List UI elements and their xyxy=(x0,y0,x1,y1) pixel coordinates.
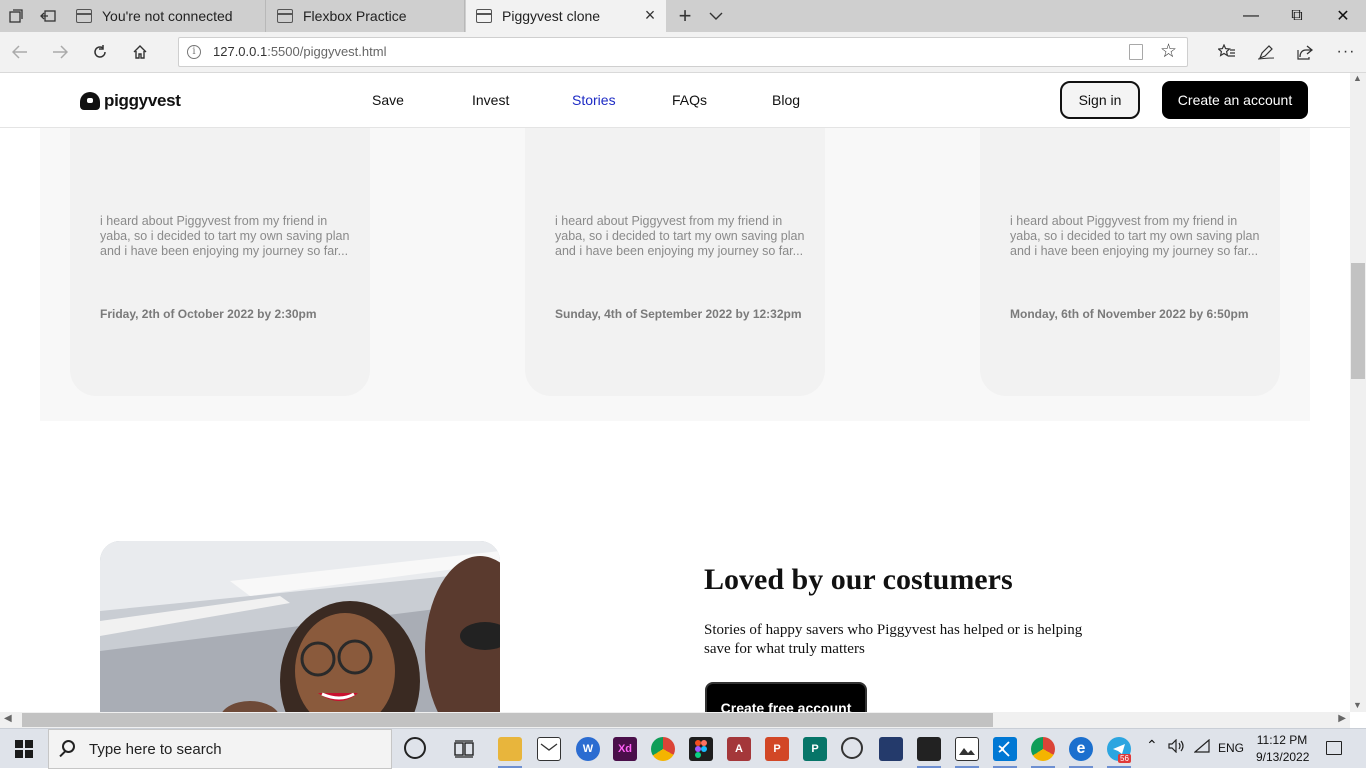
clock[interactable]: 11:12 PM 9/13/2022 xyxy=(1256,732,1310,766)
set-tabs-aside-icon[interactable] xyxy=(33,0,63,32)
page-icon xyxy=(277,9,293,23)
browser-toolbar: i 127.0.0.1:5500/piggyvest.html ☆ ··· xyxy=(0,32,1366,73)
show-hidden-icons-icon[interactable]: ⌃ xyxy=(1146,737,1158,754)
tab-title: Piggyvest clone xyxy=(502,8,601,24)
file-explorer-icon[interactable] xyxy=(498,737,522,761)
windows-taskbar: Type here to search W Xd A P P e 56 ⌃ EN… xyxy=(0,728,1366,769)
pen-icon[interactable] xyxy=(1251,38,1281,66)
search-placeholder: Type here to search xyxy=(89,741,222,758)
clock-date: 9/13/2022 xyxy=(1256,750,1310,764)
story-card: i heard about Piggyvest from my friend i… xyxy=(525,128,825,396)
access-icon[interactable]: A xyxy=(727,737,751,761)
close-window-button[interactable]: ✕ xyxy=(1320,0,1366,32)
powerpoint-icon[interactable]: P xyxy=(765,737,789,761)
chrome-profile-icon[interactable] xyxy=(1031,737,1055,761)
tab-title: Flexbox Practice xyxy=(303,8,407,24)
story-card: i heard about Piggyvest from my friend i… xyxy=(70,128,370,396)
home-icon[interactable] xyxy=(125,38,155,66)
publisher-icon[interactable]: P xyxy=(803,737,827,761)
story-quote: i heard about Piggyvest from my friend i… xyxy=(1010,214,1260,258)
camera-icon[interactable] xyxy=(841,737,863,759)
story-quote: i heard about Piggyvest from my friend i… xyxy=(100,214,350,258)
story-card: i heard about Piggyvest from my friend i… xyxy=(980,128,1280,396)
windows-logo-icon xyxy=(15,740,33,758)
mail-icon[interactable] xyxy=(537,737,561,761)
task-view-icon[interactable] xyxy=(452,737,476,761)
stories-section: i heard about Piggyvest from my friend i… xyxy=(40,128,1310,421)
chrome-icon[interactable] xyxy=(651,737,675,761)
minimize-button[interactable]: — xyxy=(1228,0,1274,32)
loved-section-title: Loved by our costumers xyxy=(704,563,1013,596)
media-app-icon[interactable] xyxy=(879,737,903,761)
reading-view-icon[interactable] xyxy=(1129,44,1143,60)
brand-name: piggyvest xyxy=(104,91,181,110)
loved-section-subtitle: Stories of happy savers who Piggyvest ha… xyxy=(704,622,1083,657)
create-account-button[interactable]: Create an account xyxy=(1162,81,1308,119)
sign-in-button[interactable]: Sign in xyxy=(1060,81,1140,119)
network-icon[interactable] xyxy=(1193,738,1210,756)
movies-icon[interactable] xyxy=(917,737,941,761)
scrollbar-thumb[interactable] xyxy=(1351,263,1365,379)
site-header: piggyvest Save Invest Stories FAQs Blog … xyxy=(0,73,1350,128)
start-button[interactable] xyxy=(0,729,48,769)
page-icon xyxy=(76,9,92,23)
tab-list-icon[interactable] xyxy=(701,0,731,32)
story-date: Friday, 2th of October 2022 by 2:30pm xyxy=(100,307,317,321)
adobe-xd-icon[interactable]: Xd xyxy=(613,737,637,761)
address-bar[interactable]: i 127.0.0.1:5500/piggyvest.html ☆ xyxy=(178,37,1188,67)
notifications-icon[interactable] xyxy=(1326,741,1342,755)
language-indicator[interactable]: ENG xyxy=(1218,741,1244,755)
share-icon[interactable] xyxy=(1290,38,1320,66)
nav-save[interactable]: Save xyxy=(372,92,404,108)
story-date: Monday, 6th of November 2022 by 6:50pm xyxy=(1010,307,1249,321)
story-quote: i heard about Piggyvest from my friend i… xyxy=(555,214,805,258)
new-tab-button[interactable]: + xyxy=(670,0,700,32)
scroll-down-arrow-icon[interactable]: ▼ xyxy=(1353,700,1362,710)
scroll-right-arrow-icon[interactable]: ▶ xyxy=(1338,713,1346,724)
nav-blog[interactable]: Blog xyxy=(772,92,800,108)
horizontal-scrollbar[interactable]: ◀ ▶ xyxy=(0,712,1350,728)
forward-icon[interactable] xyxy=(45,38,75,66)
restore-button[interactable]: ⧉ xyxy=(1274,0,1320,32)
happy-customer-photo xyxy=(100,541,500,712)
vscode-icon[interactable] xyxy=(993,737,1017,761)
cortana-icon[interactable] xyxy=(404,737,426,759)
nav-faqs[interactable]: FAQs xyxy=(672,92,707,108)
piggy-logo-icon xyxy=(80,92,100,110)
edge-icon[interactable]: e xyxy=(1069,737,1093,761)
tab-not-connected[interactable]: You're not connected xyxy=(66,0,266,32)
tab-title: You're not connected xyxy=(102,8,233,24)
photos-icon[interactable] xyxy=(955,737,979,761)
search-icon xyxy=(62,740,75,753)
story-date: Sunday, 4th of September 2022 by 12:32pm xyxy=(555,307,802,321)
tab-flexbox-practice[interactable]: Flexbox Practice xyxy=(267,0,465,32)
scroll-up-arrow-icon[interactable]: ▲ xyxy=(1353,73,1362,83)
favorite-star-icon[interactable]: ☆ xyxy=(1160,40,1177,63)
favorites-icon[interactable] xyxy=(1212,38,1242,66)
site-info-icon[interactable]: i xyxy=(187,45,201,59)
more-icon[interactable]: ··· xyxy=(1331,38,1361,66)
close-tab-icon[interactable]: × xyxy=(642,6,658,24)
tab-actions-icon[interactable] xyxy=(1,0,31,32)
tab-piggyvest-clone[interactable]: Piggyvest clone × xyxy=(466,0,666,32)
taskbar-search[interactable]: Type here to search xyxy=(48,729,392,769)
back-icon[interactable] xyxy=(5,38,35,66)
scrollbar-thumb[interactable] xyxy=(22,713,993,727)
piggyvest-logo[interactable]: piggyvest xyxy=(80,91,181,111)
refresh-icon[interactable] xyxy=(85,38,115,66)
word-icon[interactable]: W xyxy=(576,737,600,761)
volume-icon[interactable] xyxy=(1168,738,1184,756)
figma-icon[interactable] xyxy=(689,737,713,761)
page-icon xyxy=(476,9,492,23)
telegram-badge: 56 xyxy=(1118,754,1131,763)
create-free-account-button[interactable]: Create free account xyxy=(705,682,867,712)
clock-time: 11:12 PM xyxy=(1256,733,1308,747)
nav-invest[interactable]: Invest xyxy=(472,92,509,108)
vertical-scrollbar[interactable]: ▲ ▼ xyxy=(1350,73,1366,712)
url-text[interactable]: 127.0.0.1:5500/piggyvest.html xyxy=(213,44,386,59)
browser-tab-strip: You're not connected Flexbox Practice Pi… xyxy=(0,0,1366,32)
nav-stories[interactable]: Stories xyxy=(572,92,616,108)
scroll-left-arrow-icon[interactable]: ◀ xyxy=(4,713,12,724)
page-viewport: i heard about Piggyvest from my friend i… xyxy=(0,73,1350,712)
